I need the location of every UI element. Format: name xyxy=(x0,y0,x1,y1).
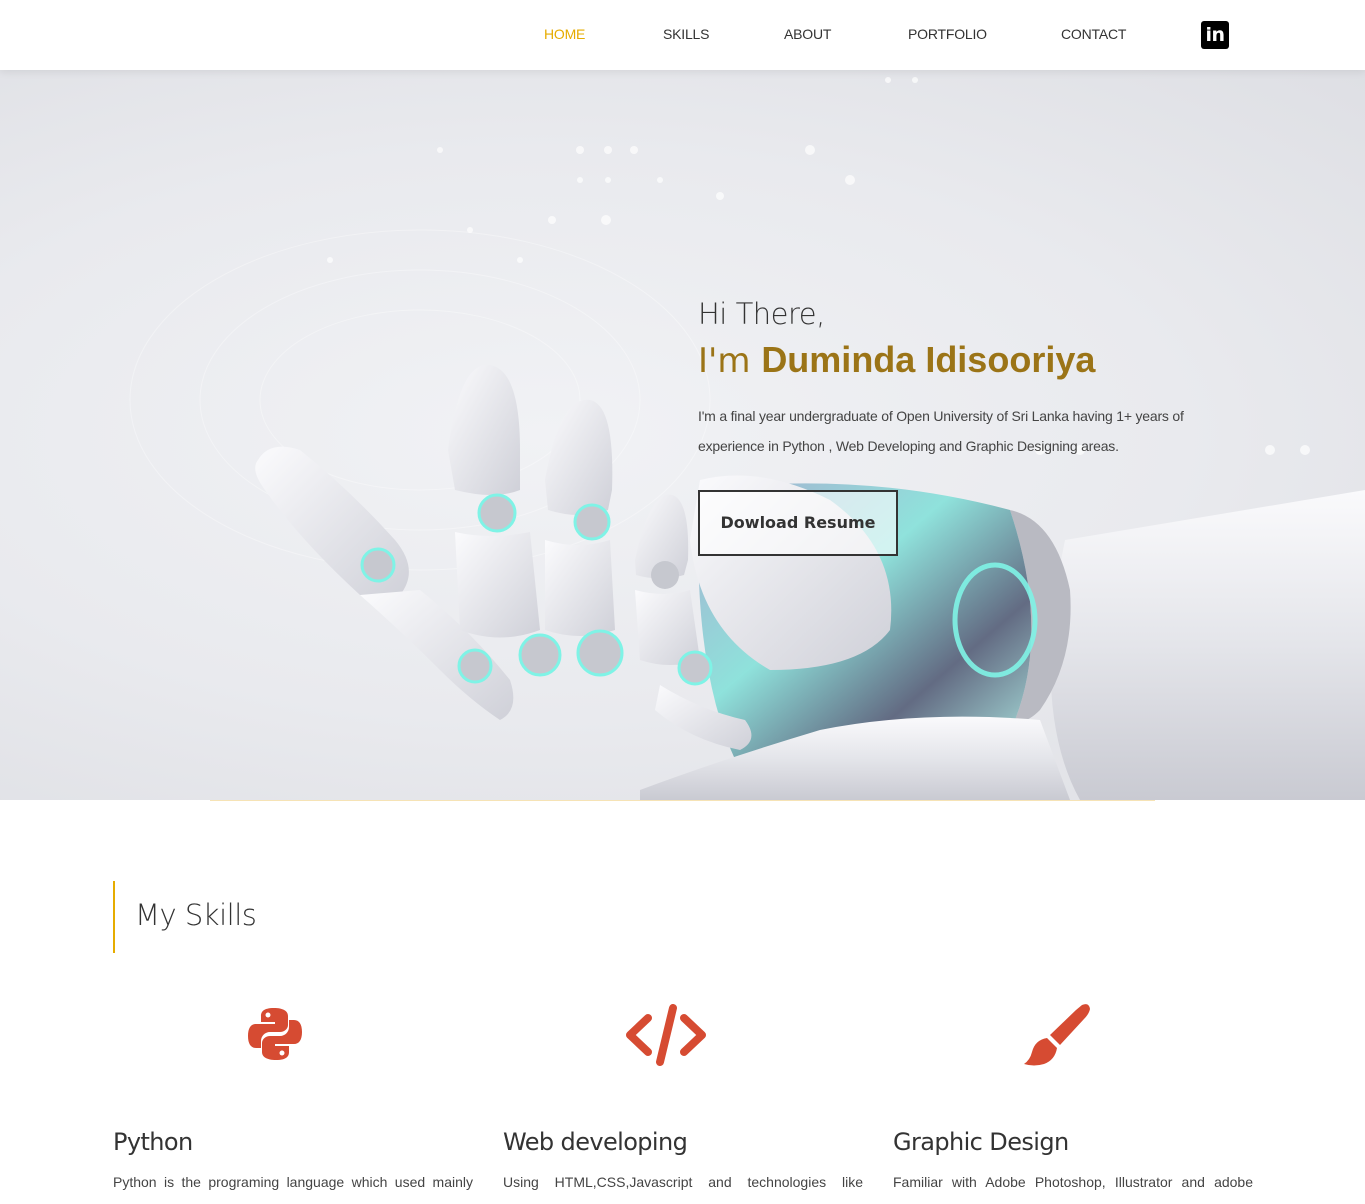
download-resume-button[interactable]: Dowload Resume xyxy=(698,490,898,556)
python-icon xyxy=(248,1008,302,1060)
skill-name-web: Web developing xyxy=(503,1128,688,1156)
hero-greeting: Hi There, xyxy=(698,297,825,331)
paintbrush-icon xyxy=(1024,1004,1090,1066)
hero-divider xyxy=(210,800,1155,801)
skill-text-python: Python is the programing language which … xyxy=(113,1174,473,1190)
nav-skills[interactable]: SKILLS xyxy=(663,26,709,42)
nav-contact[interactable]: CONTACT xyxy=(1061,26,1126,42)
hero-intro: I'm Duminda Idisooriya xyxy=(698,339,1095,381)
nav-portfolio[interactable]: PORTFOLIO xyxy=(908,26,987,42)
linkedin-icon[interactable]: in xyxy=(1201,21,1229,49)
skills-title: My Skills xyxy=(135,898,257,932)
hero-intro-prefix: I'm xyxy=(698,341,751,381)
skill-text-web: Using HTML,CSS,Javascript and technologi… xyxy=(503,1174,863,1190)
hero-name: Duminda Idisooriya xyxy=(761,339,1096,380)
hero-description: I'm a final year undergraduate of Open U… xyxy=(698,408,1184,454)
skill-name-python: Python xyxy=(113,1128,193,1156)
skills-heading-accent xyxy=(113,881,115,953)
nav-about[interactable]: ABOUT xyxy=(784,26,831,42)
nav-home[interactable]: HOME xyxy=(544,26,585,42)
code-icon xyxy=(626,1004,706,1066)
navbar: HOME SKILLS ABOUT PORTFOLIO CONTACT in xyxy=(0,0,1365,70)
hero-section: Hi There, I'm Duminda Idisooriya I'm a f… xyxy=(0,70,1365,800)
skill-name-graphic: Graphic Design xyxy=(893,1128,1069,1156)
skill-text-graphic: Familiar with Adobe Photoshop, Illustrat… xyxy=(893,1174,1253,1190)
